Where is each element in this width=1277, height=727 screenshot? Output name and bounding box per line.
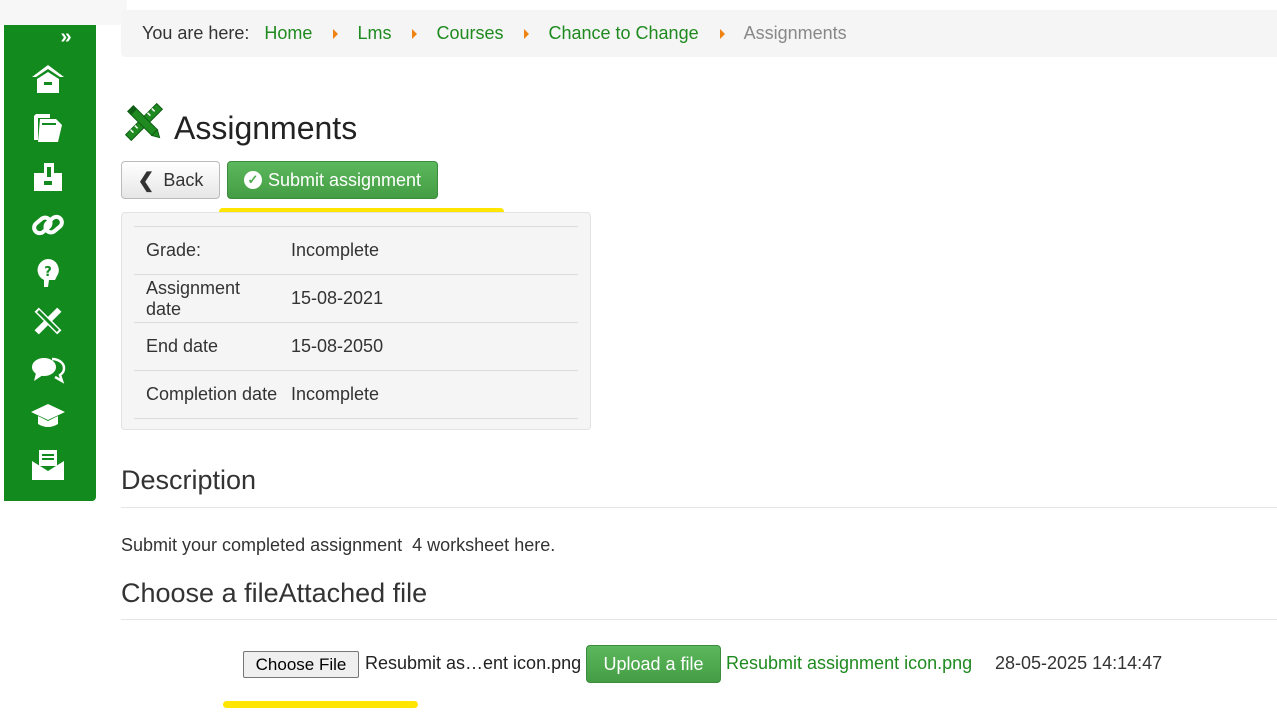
back-button[interactable]: ❮ Back — [121, 161, 220, 199]
info-value-assignment-date: 15-08-2021 — [279, 274, 578, 323]
breadcrumb-separator-icon — [719, 28, 725, 39]
assignment-icon — [34, 307, 62, 335]
sidebar-item-modules[interactable] — [30, 159, 66, 195]
divider — [121, 507, 1277, 508]
modules-icon — [34, 163, 62, 191]
assignment-info-table: Grade: Incomplete Assignment date 15-08-… — [134, 226, 578, 419]
page-title: Assignments — [174, 110, 358, 146]
sidebar-item-help[interactable]: ? — [30, 255, 66, 291]
info-value-grade: Incomplete — [279, 226, 578, 275]
info-label-assignment-date: Assignment date — [134, 274, 279, 323]
pencil-ruler-icon — [124, 102, 164, 142]
breadcrumb: You are here: Home Lms Courses Chance to… — [121, 10, 1277, 57]
info-label-completion-date: Completion date — [134, 370, 279, 419]
info-value-end-date: 15-08-2050 — [279, 322, 578, 371]
divider — [121, 619, 1277, 620]
sidebar: » ? — [4, 25, 96, 501]
mail-icon — [32, 450, 64, 480]
sidebar-item-home[interactable] — [30, 62, 66, 98]
submit-assignment-label: Submit assignment — [267, 169, 422, 190]
chevron-left-icon: ❮ — [137, 169, 155, 192]
documents-icon — [34, 114, 62, 142]
table-row: Assignment date 15-08-2021 — [134, 274, 578, 323]
description-heading: Description — [121, 465, 257, 495]
breadcrumb-current: Assignments — [743, 23, 847, 43]
breadcrumb-link-course[interactable]: Chance to Change — [548, 23, 698, 44]
breadcrumb-label: You are here: — [142, 23, 250, 43]
attached-file-date: 28-05-2025 14:14:47 — [995, 653, 1163, 673]
back-button-label: Back — [163, 169, 204, 190]
chat-icon — [32, 357, 66, 384]
svg-text:?: ? — [44, 265, 52, 280]
sidebar-item-link[interactable] — [30, 207, 66, 243]
sidebar-expand-button[interactable]: » — [52, 27, 76, 47]
table-row: End date 15-08-2050 — [134, 322, 578, 371]
table-row: Grade: Incomplete — [134, 226, 578, 275]
description-text: Submit your completed assignment 4 works… — [121, 535, 556, 555]
attached-file-link[interactable]: Resubmit assignment icon.png — [726, 653, 972, 674]
sidebar-item-mail[interactable] — [30, 447, 66, 483]
help-icon: ? — [37, 259, 59, 287]
breadcrumb-link-lms[interactable]: Lms — [357, 23, 391, 44]
info-label-end-date: End date — [134, 322, 279, 371]
sidebar-item-chat[interactable] — [30, 351, 66, 387]
breadcrumb-link-courses[interactable]: Courses — [436, 23, 503, 44]
submit-assignment-button[interactable]: ✓ Submit assignment — [227, 161, 438, 199]
breadcrumb-separator-icon — [412, 28, 418, 39]
highlight-underline — [223, 701, 418, 708]
sidebar-item-courses[interactable] — [30, 399, 66, 435]
selected-file-name: Resubmit as…ent icon.png — [365, 653, 582, 673]
home-icon — [32, 65, 64, 93]
graduation-cap-icon — [31, 404, 65, 427]
assignment-info-panel: Grade: Incomplete Assignment date 15-08-… — [121, 212, 591, 430]
link-icon — [32, 214, 64, 236]
check-circle-icon: ✓ — [243, 171, 262, 189]
upload-file-button[interactable]: Upload a file — [586, 645, 721, 683]
breadcrumb-separator-icon — [333, 28, 339, 39]
table-row: Completion date Incomplete — [134, 370, 578, 419]
sidebar-item-documents[interactable] — [30, 110, 66, 146]
info-value-completion-date: Incomplete — [279, 370, 578, 419]
file-section-heading: Choose a fileAttached file — [121, 578, 428, 608]
top-strip — [0, 0, 127, 25]
breadcrumb-separator-icon — [524, 28, 530, 39]
breadcrumb-link-home[interactable]: Home — [264, 23, 312, 44]
info-label-grade: Grade: — [134, 226, 279, 275]
choose-file-button[interactable]: Choose File — [243, 651, 359, 678]
sidebar-item-assignments[interactable] — [30, 303, 66, 339]
